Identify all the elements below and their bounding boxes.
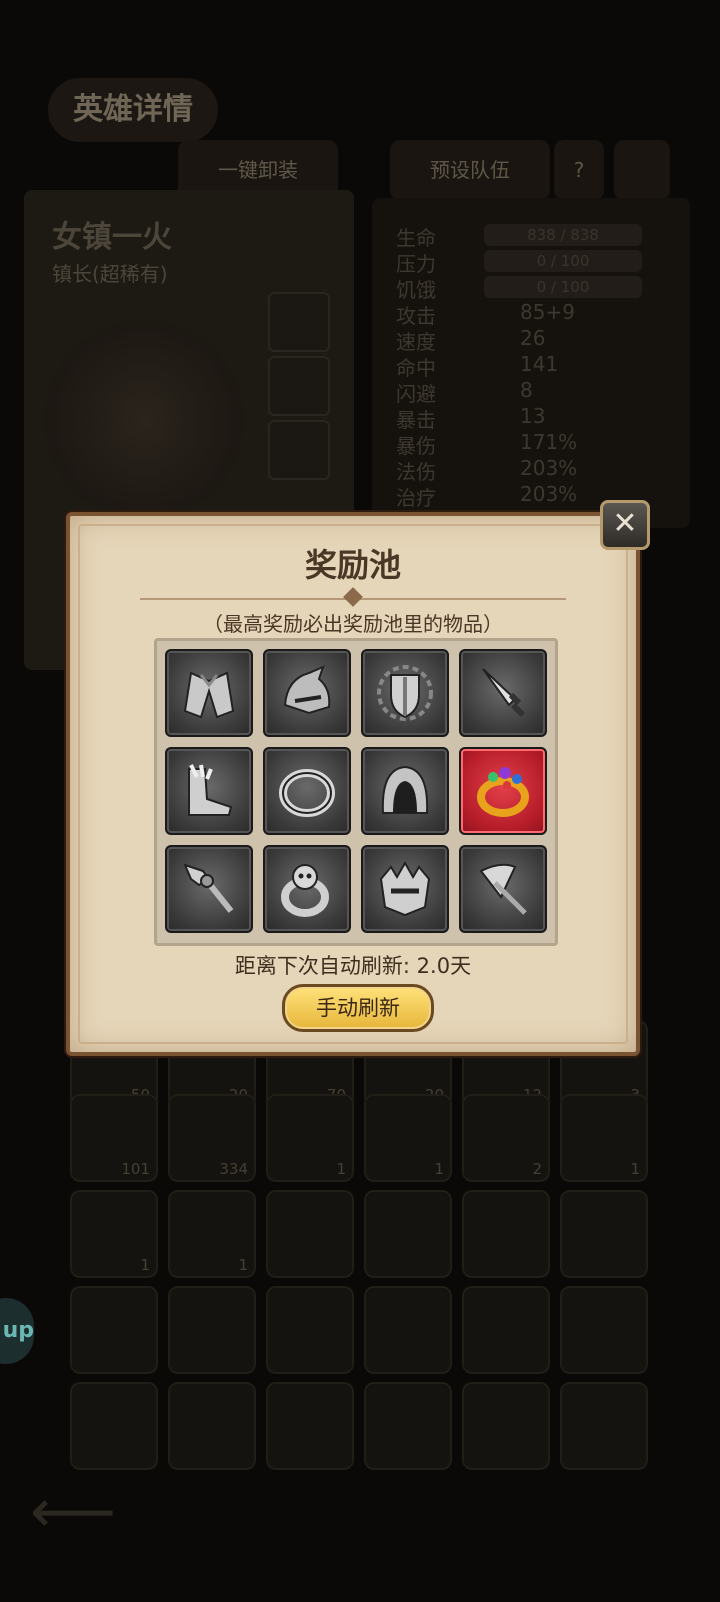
dagger-icon[interactable] xyxy=(459,649,547,737)
inventory-count: 1 xyxy=(336,1160,346,1178)
stat-value: 8 xyxy=(520,378,533,402)
inventory-slot: 1 xyxy=(364,1094,452,1182)
axe-icon[interactable] xyxy=(459,845,547,933)
back-arrow-icon: ⟵ xyxy=(30,1477,117,1547)
hero-rank: 镇长(超稀有) xyxy=(52,262,168,286)
stat-label: 速度 xyxy=(396,330,436,354)
dialog-title: 奖励池 xyxy=(304,546,401,584)
inventory-slot: 1 xyxy=(168,1190,256,1278)
inventory-slot xyxy=(266,1190,354,1278)
inventory-slot xyxy=(70,1286,158,1374)
inventory-count: 334 xyxy=(219,1160,248,1178)
stat-label: 治疗 xyxy=(396,486,436,510)
crown-helmet-icon[interactable] xyxy=(361,845,449,933)
help-button: ? xyxy=(554,140,604,200)
inventory-count: 1 xyxy=(238,1256,248,1274)
helmet-icon[interactable] xyxy=(263,649,351,737)
inventory-slot: 101 xyxy=(70,1094,158,1182)
inventory-count: 2 xyxy=(532,1160,542,1178)
inventory-slot: 334 xyxy=(168,1094,256,1182)
inventory-slot xyxy=(560,1382,648,1470)
gem-ring-icon[interactable] xyxy=(459,747,547,835)
stat-label: 生命 xyxy=(396,226,436,250)
inventory-slot: 1 xyxy=(266,1094,354,1182)
stat-value: 13 xyxy=(520,404,546,428)
stat-label: 法伤 xyxy=(396,460,436,484)
stat-value: 0 / 100 xyxy=(484,250,642,272)
inventory-slot: 1 xyxy=(70,1190,158,1278)
auto-refresh-countdown: 距离下次自动刷新: 2.0天 xyxy=(234,954,472,978)
inventory-count: 1 xyxy=(140,1256,150,1274)
stat-label: 暴伤 xyxy=(396,434,436,458)
inventory-count: 1 xyxy=(434,1160,444,1178)
inventory-slot xyxy=(560,1286,648,1374)
stat-value: 26 xyxy=(520,326,546,350)
inventory-slot xyxy=(70,1382,158,1470)
reward-item-grid xyxy=(154,638,558,946)
lock-button xyxy=(614,140,670,200)
inventory-slot xyxy=(364,1286,452,1374)
hood-icon[interactable] xyxy=(361,747,449,835)
page-title: 英雄详情 xyxy=(48,78,218,142)
stat-value: 203% xyxy=(520,482,578,506)
reward-pool-dialog: 奖励池 （最高奖励必出奖励池里的物品） 距离下次自动刷新: 2.0天 手动刷新 xyxy=(66,512,640,1056)
stat-label: 饥饿 xyxy=(396,278,436,302)
cloak-icon[interactable] xyxy=(165,649,253,737)
inventory-count: 1 xyxy=(630,1160,640,1178)
crossed-swords-close-icon[interactable]: ✕ xyxy=(600,500,650,550)
stat-label: 闪避 xyxy=(396,382,436,406)
inventory-slot xyxy=(462,1286,550,1374)
inventory-slot xyxy=(560,1190,648,1278)
side-floating-button[interactable]: up xyxy=(0,1298,34,1364)
inventory-slot xyxy=(462,1190,550,1278)
stat-value: 171% xyxy=(520,430,578,454)
inventory-slot xyxy=(364,1382,452,1470)
stat-label: 压力 xyxy=(396,252,436,276)
stat-value: 838 / 838 xyxy=(484,224,642,246)
skill-slot xyxy=(268,356,330,416)
stat-label: 攻击 xyxy=(396,304,436,328)
shield-icon[interactable] xyxy=(361,649,449,737)
inventory-slot: 2 xyxy=(462,1094,550,1182)
stat-label: 命中 xyxy=(396,356,436,380)
inventory-slot xyxy=(266,1286,354,1374)
stat-label: 暴击 xyxy=(396,408,436,432)
hero-name: 女镇一火 xyxy=(52,220,172,255)
skill-slot xyxy=(268,292,330,352)
ring-icon[interactable] xyxy=(263,747,351,835)
stat-value: 203% xyxy=(520,456,578,480)
inventory-count: 101 xyxy=(121,1160,150,1178)
inventory-slot xyxy=(168,1382,256,1470)
stat-value: 85+9 xyxy=(520,300,575,324)
inventory-slot xyxy=(168,1286,256,1374)
preset-team-button: 预设队伍 xyxy=(390,140,550,200)
stat-value: 0 / 100 xyxy=(484,276,642,298)
inventory-slot xyxy=(266,1382,354,1470)
skull-ring-icon[interactable] xyxy=(263,845,351,933)
inventory-slot: 1 xyxy=(560,1094,648,1182)
boots-icon[interactable] xyxy=(165,747,253,835)
cross-sword-icon[interactable] xyxy=(165,845,253,933)
skill-slot xyxy=(268,420,330,480)
dialog-subtitle: （最高奖励必出奖励池里的物品） xyxy=(203,612,503,636)
stat-value: 141 xyxy=(520,352,559,376)
hero-portrait xyxy=(44,320,244,520)
inventory-slot xyxy=(462,1382,550,1470)
manual-refresh-button[interactable]: 手动刷新 xyxy=(282,984,434,1032)
inventory-slot xyxy=(364,1190,452,1278)
title-divider xyxy=(140,587,566,607)
